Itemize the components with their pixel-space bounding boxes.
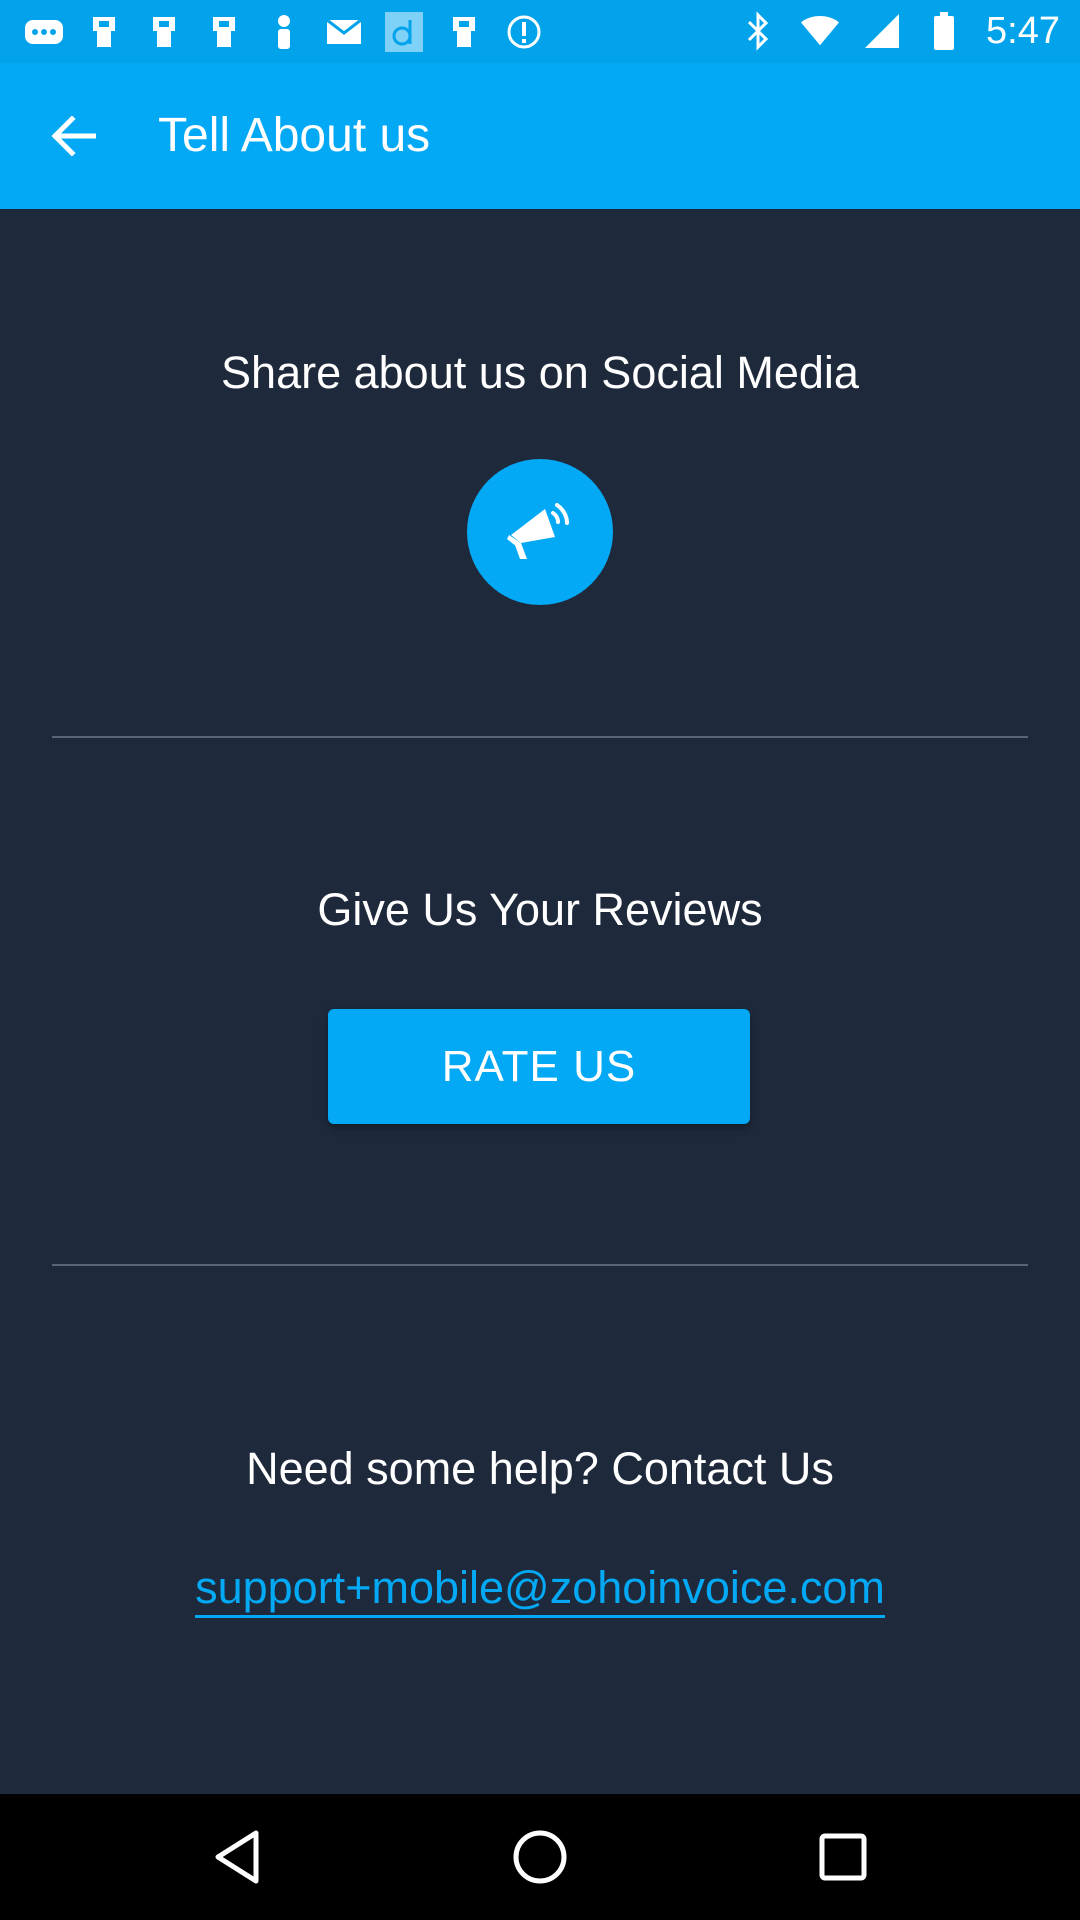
- share-heading: Share about us on Social Media: [221, 347, 859, 398]
- support-email-link[interactable]: support+mobile@zohoinvoice.com: [195, 1562, 885, 1618]
- back-button[interactable]: [38, 107, 108, 165]
- share-button[interactable]: [467, 459, 613, 605]
- notification-icon: [204, 12, 244, 52]
- alert-circle-icon: [504, 12, 544, 52]
- nav-home-button[interactable]: [505, 1822, 575, 1892]
- battery-icon: [924, 11, 964, 51]
- navigation-bar: [0, 1794, 1080, 1920]
- back-triangle-icon: [215, 1830, 259, 1884]
- contact-heading: Need some help? Contact Us: [246, 1443, 834, 1494]
- notification-icon: [444, 12, 484, 52]
- page-title: Tell About us: [158, 109, 431, 162]
- wifi-icon: [800, 11, 840, 51]
- mail-icon: [324, 12, 364, 52]
- home-circle-icon: [513, 1830, 567, 1884]
- review-heading: Give Us Your Reviews: [317, 884, 763, 935]
- notification-icon: [144, 12, 184, 52]
- nav-recents-button[interactable]: [808, 1822, 878, 1892]
- divider: [52, 1264, 1028, 1266]
- nav-back-button[interactable]: [202, 1822, 272, 1892]
- arrow-back-icon: [51, 116, 96, 156]
- notification-icon: [84, 12, 124, 52]
- status-bar: 5:47: [0, 0, 1080, 63]
- rate-us-button[interactable]: RATE US: [328, 1009, 750, 1124]
- signal-icon: [862, 11, 902, 51]
- support-email-row: support+mobile@zohoinvoice.com: [0, 1562, 1080, 1618]
- app-d-icon: [384, 12, 424, 52]
- recents-square-icon: [819, 1833, 867, 1881]
- divider: [52, 736, 1028, 738]
- megaphone-icon: [507, 503, 569, 559]
- main-content: Share about us on Social Media Give Us Y…: [0, 209, 1080, 1794]
- more-icon: [24, 12, 64, 52]
- status-icons-right: 5:47: [738, 8, 1060, 54]
- status-time: 5:47: [986, 9, 1060, 52]
- bluetooth-icon: [738, 11, 778, 51]
- status-icons-left: [24, 12, 544, 52]
- app-bar: Tell About us: [0, 63, 1080, 209]
- person-icon: [264, 12, 304, 52]
